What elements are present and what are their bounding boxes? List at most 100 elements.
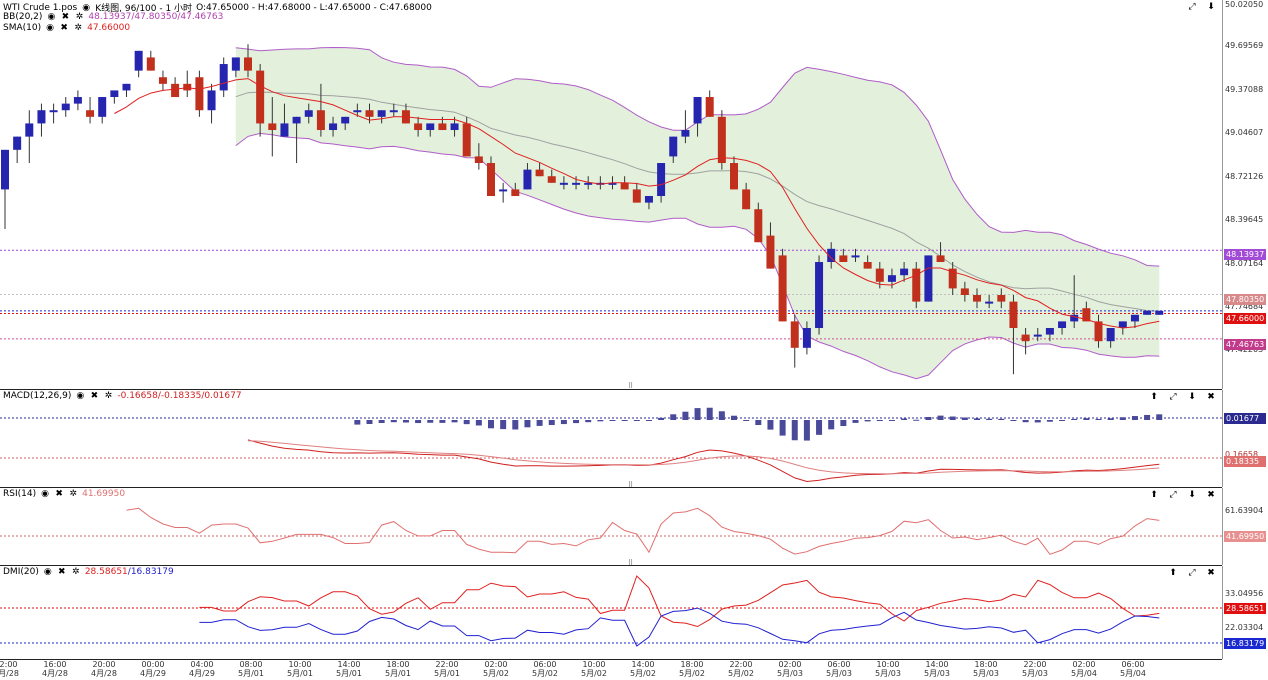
candle-body[interactable] xyxy=(256,70,265,124)
candle-body[interactable] xyxy=(341,116,350,124)
expand-icon[interactable]: ⤢ xyxy=(1187,2,1197,12)
candle-body[interactable] xyxy=(851,255,860,258)
close-icon[interactable]: ✖ xyxy=(1206,490,1216,500)
candle-body[interactable] xyxy=(122,83,131,91)
candle-body[interactable] xyxy=(292,116,301,124)
candle-body[interactable] xyxy=(25,123,34,137)
candle-body[interactable] xyxy=(73,97,82,104)
candle-body[interactable] xyxy=(572,182,581,185)
arrow-up-icon[interactable]: ⬆ xyxy=(1149,392,1159,402)
candle-body[interactable] xyxy=(280,123,289,137)
candle-body[interactable] xyxy=(329,123,338,131)
candle-body[interactable] xyxy=(86,110,95,117)
candle-body[interactable] xyxy=(535,169,544,177)
candle-body[interactable] xyxy=(353,110,362,113)
close-icon[interactable]: ✖ xyxy=(1206,392,1216,402)
candle-body[interactable] xyxy=(802,328,811,348)
candle-body[interactable] xyxy=(863,262,872,269)
eye-icon[interactable]: ◉ xyxy=(81,3,91,13)
candle-body[interactable] xyxy=(1143,310,1152,315)
candle-body[interactable] xyxy=(1130,314,1139,322)
candle-body[interactable] xyxy=(705,97,714,117)
candle-body[interactable] xyxy=(499,189,508,192)
candle-body[interactable] xyxy=(766,235,775,269)
candle-body[interactable] xyxy=(1155,310,1164,315)
candle-body[interactable] xyxy=(997,295,1006,302)
candle-body[interactable] xyxy=(268,123,277,131)
gear-icon[interactable]: ✲ xyxy=(73,23,83,33)
candle-body[interactable] xyxy=(438,123,447,131)
candle-body[interactable] xyxy=(644,196,653,203)
candle-body[interactable] xyxy=(37,110,46,124)
close-icon[interactable]: ✖ xyxy=(54,489,64,499)
close-icon[interactable]: ✖ xyxy=(89,391,99,401)
candle-body[interactable] xyxy=(1033,334,1042,337)
candle-body[interactable] xyxy=(316,110,325,131)
candle-body[interactable] xyxy=(693,97,702,124)
candle-body[interactable] xyxy=(559,182,568,185)
candle-body[interactable] xyxy=(98,97,107,117)
candle-body[interactable] xyxy=(985,301,994,304)
candle-body[interactable] xyxy=(839,255,848,263)
close-icon[interactable]: ✖ xyxy=(60,12,70,22)
candle-body[interactable] xyxy=(790,321,799,348)
arrow-down-icon[interactable]: ⬇ xyxy=(1187,392,1197,402)
candle-body[interactable] xyxy=(924,255,933,302)
candle-body[interactable] xyxy=(49,110,58,113)
candle-body[interactable] xyxy=(1106,328,1115,342)
candle-body[interactable] xyxy=(778,255,787,322)
price-chart[interactable] xyxy=(0,0,1222,389)
eye-icon[interactable]: ◉ xyxy=(40,489,50,499)
candle-body[interactable] xyxy=(1118,321,1127,329)
candle-body[interactable] xyxy=(171,83,180,98)
candle-body[interactable] xyxy=(207,90,216,111)
gear-icon[interactable]: ✲ xyxy=(71,567,81,577)
candle-body[interactable] xyxy=(620,182,629,190)
candle-body[interactable] xyxy=(742,189,751,210)
candle-body[interactable] xyxy=(657,163,666,197)
candle-body[interactable] xyxy=(717,116,726,164)
arrow-down-icon[interactable]: ⬇ xyxy=(1206,2,1216,12)
pane-resize-handle[interactable]: ⠿ xyxy=(628,382,633,390)
macd-chart[interactable] xyxy=(0,390,1222,487)
candle-body[interactable] xyxy=(511,189,520,197)
candle-body[interactable] xyxy=(754,209,763,243)
arrow-up-icon[interactable]: ⬆ xyxy=(1168,568,1178,578)
candle-body[interactable] xyxy=(450,123,459,131)
candle-body[interactable] xyxy=(669,136,678,157)
candle-body[interactable] xyxy=(973,295,981,302)
gear-icon[interactable]: ✲ xyxy=(103,391,113,401)
candle-body[interactable] xyxy=(681,130,690,137)
candle-body[interactable] xyxy=(414,123,423,131)
candle-body[interactable] xyxy=(547,176,556,183)
price-pane[interactable]: WTI Crude 1.pos ◉ K线图, 96/100 - 1 小时 O:4… xyxy=(0,0,1222,390)
gear-icon[interactable]: ✲ xyxy=(74,12,84,22)
candle-body[interactable] xyxy=(1009,301,1018,329)
expand-icon[interactable]: ⤢ xyxy=(1168,392,1178,402)
candle-body[interactable] xyxy=(1,149,9,190)
candle-body[interactable] xyxy=(815,262,824,329)
macd-pane[interactable]: MACD(12,26,9) ◉ ✖ ✲ -0.16658/-0.18335/0.… xyxy=(0,390,1222,489)
candle-body[interactable] xyxy=(61,103,70,111)
candle-body[interactable] xyxy=(474,156,483,164)
candle-body[interactable] xyxy=(632,189,641,203)
dmi-pane[interactable]: DMI(20) ◉ ✖ ✲ 28.58651/16.83179 ⬆ ⤢ ✖ xyxy=(0,566,1222,660)
candle-body[interactable] xyxy=(377,110,386,117)
candle-body[interactable] xyxy=(875,268,884,282)
candle-body[interactable] xyxy=(426,123,435,131)
dmi-chart[interactable] xyxy=(0,566,1222,659)
candle-body[interactable] xyxy=(146,57,155,71)
candle-body[interactable] xyxy=(365,110,374,117)
rsi-chart[interactable] xyxy=(0,488,1222,565)
close-icon[interactable]: ✖ xyxy=(1206,568,1216,578)
candle-body[interactable] xyxy=(487,163,495,197)
candle-body[interactable] xyxy=(110,90,119,98)
candle-body[interactable] xyxy=(13,136,22,150)
candle-body[interactable] xyxy=(462,123,471,157)
arrow-down-icon[interactable]: ⬇ xyxy=(1187,490,1197,500)
gear-icon[interactable]: ✲ xyxy=(68,489,78,499)
candle-body[interactable] xyxy=(244,57,252,71)
close-icon[interactable]: ✖ xyxy=(59,23,69,33)
candle-body[interactable] xyxy=(960,288,969,296)
rsi-pane[interactable]: RSI(14) ◉ ✖ ✲ 41.69950 ⬆ ⤢ ⬇ ✖ ⠿ xyxy=(0,488,1222,567)
